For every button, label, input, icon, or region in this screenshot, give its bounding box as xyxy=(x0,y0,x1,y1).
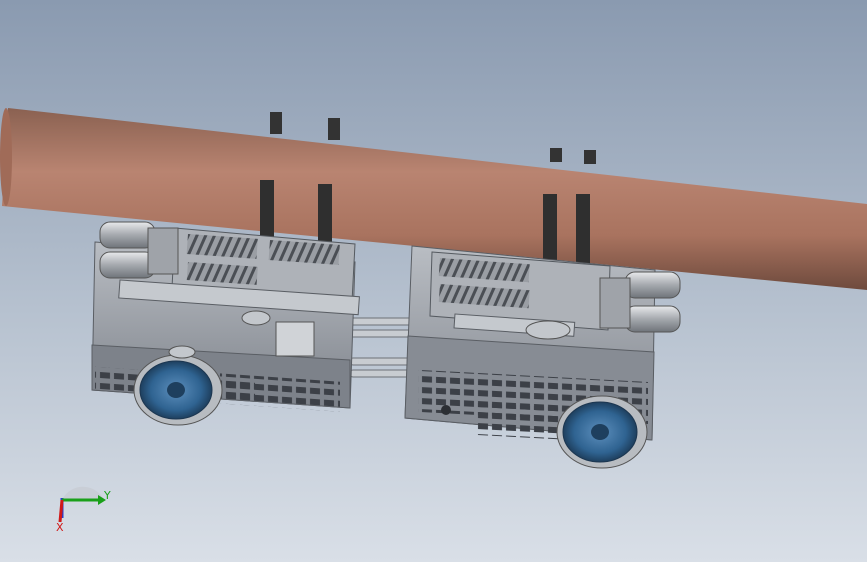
right-motor-top xyxy=(624,271,681,299)
pipe-end xyxy=(0,108,12,206)
left-roller xyxy=(241,310,271,326)
right-motor-mount xyxy=(599,277,631,329)
left-motor-bottom xyxy=(99,251,156,279)
left-wheel-hub xyxy=(167,382,185,398)
cad-viewport[interactable]: Y X xyxy=(0,0,867,562)
left-roller xyxy=(168,345,196,359)
coordinate-triad: Y X xyxy=(56,486,111,534)
left-motor-mount xyxy=(147,227,179,275)
connecting-rods xyxy=(349,317,413,378)
cable-stub xyxy=(328,118,340,140)
triad-plane xyxy=(59,486,104,520)
cable-stub xyxy=(270,112,282,134)
right-roller xyxy=(525,320,571,340)
cable-stub xyxy=(584,150,596,164)
robot-assembly-scene[interactable]: Y X xyxy=(0,0,867,562)
left-control-board xyxy=(275,321,315,357)
cable-stub xyxy=(550,148,562,162)
left-drive-module[interactable] xyxy=(91,221,360,426)
triad-x-axis xyxy=(58,499,64,523)
right-wheel-hub xyxy=(591,424,609,440)
triad-y-label: Y xyxy=(103,489,111,502)
right-mount-hole xyxy=(441,405,451,415)
right-motor-bottom xyxy=(624,305,681,333)
triad-x-label: X xyxy=(56,521,64,534)
left-motor-top xyxy=(99,221,156,249)
right-vent-grid-2 xyxy=(475,402,565,440)
right-drive-module[interactable] xyxy=(404,245,681,469)
